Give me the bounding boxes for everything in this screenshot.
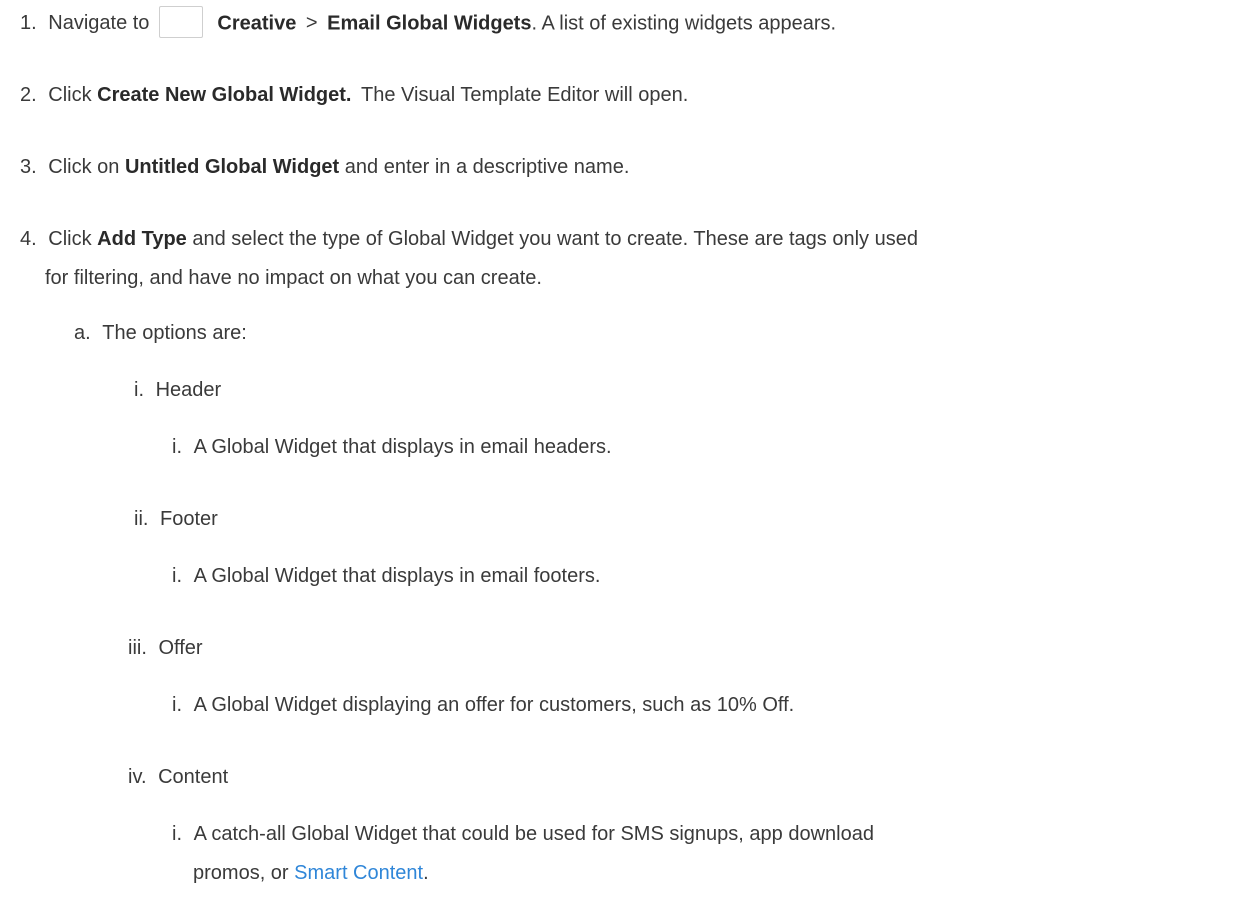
step-number: 4. — [20, 228, 37, 250]
step-text: and select the type of Global Widget you… — [192, 228, 918, 250]
option-content-desc: i. A catch-all Global Widget that could … — [172, 819, 874, 849]
option-header-desc: i. A Global Widget that displays in emai… — [172, 432, 612, 462]
nav-separator: > — [305, 12, 318, 35]
smart-content-link[interactable]: Smart Content — [294, 862, 423, 884]
step-number: a. — [74, 322, 91, 344]
step-number: ii. — [134, 508, 149, 530]
step-text: Click — [48, 84, 92, 106]
nav-email-global-widgets: Email Global Widgets — [327, 12, 532, 35]
step-text: Navigate to — [48, 12, 150, 35]
create-new-global-widget-label: Create New Global Widget. — [97, 84, 352, 106]
step-number: 2. — [20, 84, 37, 106]
untitled-global-widget-label: Untitled Global Widget — [124, 156, 340, 178]
step-2: 2. Click Create New Global Widget. The V… — [20, 80, 688, 110]
step-text: and enter in a descriptive name. — [344, 156, 630, 178]
option-label: Footer — [160, 508, 218, 530]
step-number: 1. — [20, 12, 37, 35]
option-offer: iii. Offer — [128, 633, 203, 663]
option-content-desc-continued: promos, or Smart Content. — [193, 858, 429, 888]
step-number: 3. — [20, 156, 37, 178]
step-1: 1. Navigate to Creative > Email Global Wi… — [20, 6, 837, 38]
option-desc: promos, or — [193, 862, 289, 884]
step-text: for filtering, and have no impact on wha… — [45, 267, 542, 289]
option-desc: A Global Widget that displays in email f… — [193, 565, 601, 587]
step-4-continued: for filtering, and have no impact on wha… — [45, 263, 542, 293]
nav-creative: Creative — [217, 12, 297, 35]
step-number: i. — [134, 379, 144, 401]
option-footer-desc: i. A Global Widget that displays in emai… — [172, 561, 600, 591]
option-desc: A Global Widget displaying an offer for … — [193, 694, 795, 716]
option-desc: A Global Widget that displays in email h… — [193, 436, 612, 458]
step-number: iii. — [128, 637, 147, 659]
step-number: i. — [172, 436, 182, 458]
step-text: The options are: — [102, 322, 247, 344]
option-footer: ii. Footer — [134, 504, 218, 534]
step-number: i. — [172, 694, 182, 716]
option-offer-desc: i. A Global Widget displaying an offer f… — [172, 690, 794, 720]
menu-icon — [159, 6, 204, 38]
step-number: i. — [172, 823, 182, 845]
option-header: i. Header — [134, 375, 221, 405]
step-3: 3. Click on Untitled Global Widget and e… — [20, 152, 629, 182]
step-text: Click on — [48, 156, 120, 178]
option-label: Content — [158, 766, 229, 788]
option-desc: A catch-all Global Widget that could be … — [193, 823, 874, 845]
step-text: The Visual Template Editor will open. — [361, 84, 689, 106]
option-label: Offer — [158, 637, 203, 659]
step-number: iv. — [128, 766, 147, 788]
option-content: iv. Content — [128, 762, 228, 792]
step-text: Click — [48, 228, 92, 250]
add-type-label: Add Type — [97, 228, 187, 250]
option-desc-end: . — [423, 862, 429, 884]
step-text: . A list of existing widgets appears. — [531, 12, 837, 35]
option-label: Header — [155, 379, 222, 401]
sub-step-a: a. The options are: — [74, 318, 247, 348]
step-4: 4. Click Add Type and select the type of… — [20, 224, 918, 254]
step-number: i. — [172, 565, 182, 587]
